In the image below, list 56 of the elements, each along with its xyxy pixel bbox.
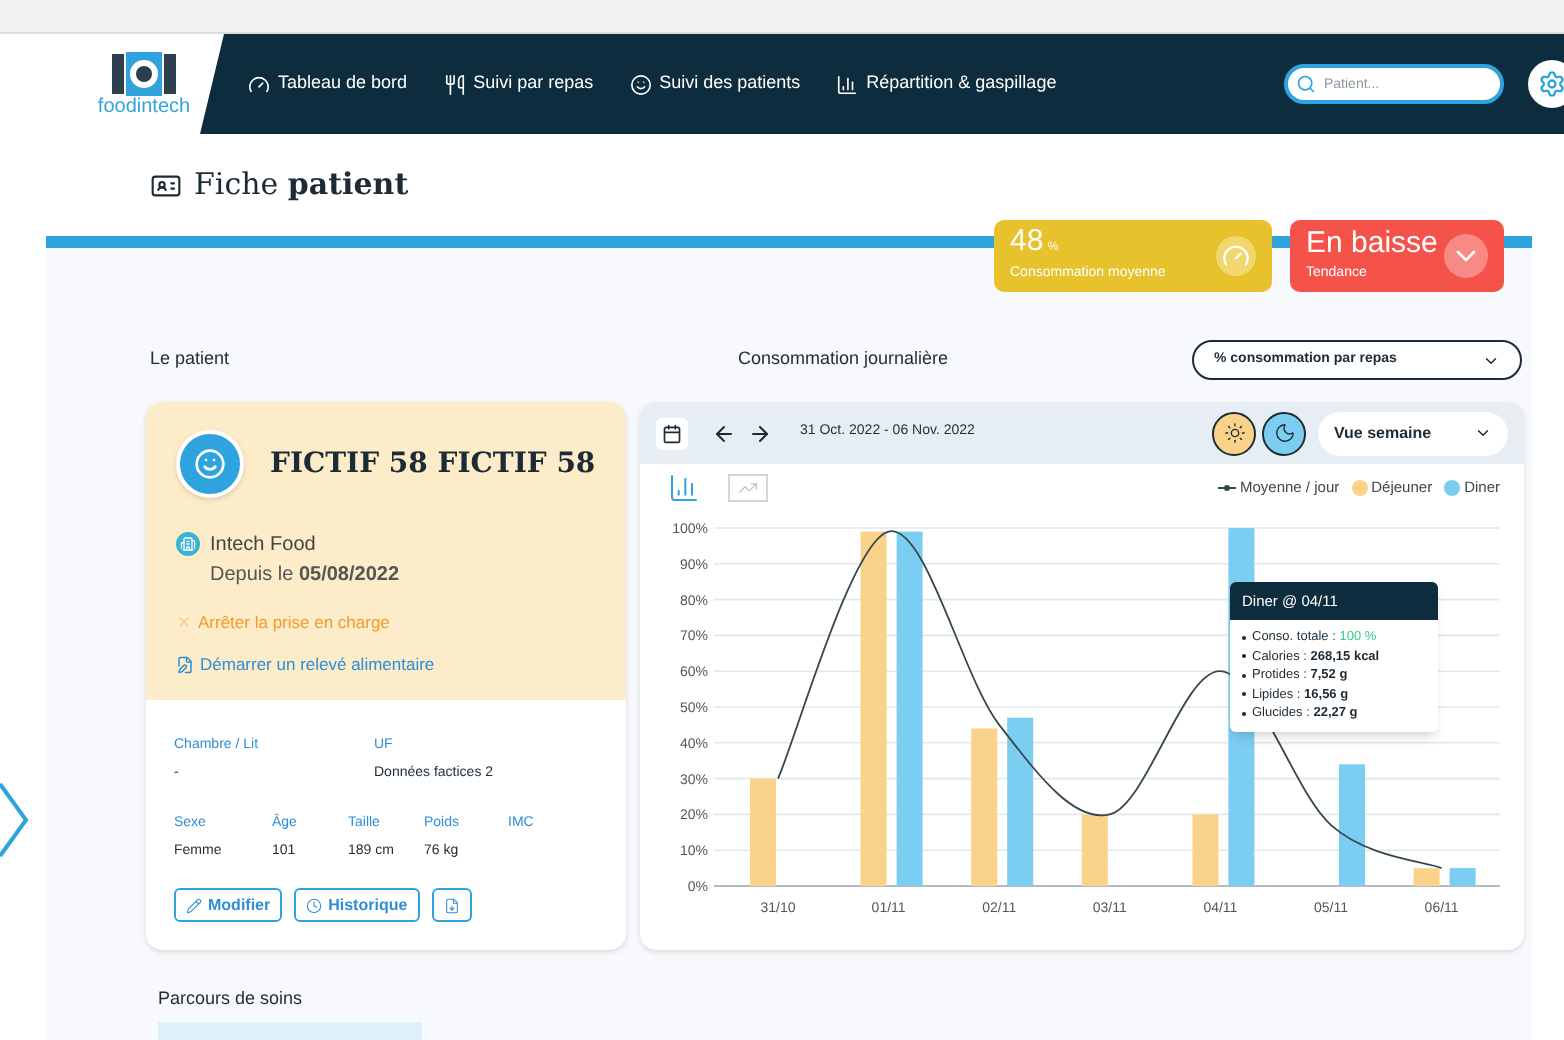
dinner-filter[interactable] <box>1262 411 1306 455</box>
close-icon <box>176 614 192 631</box>
kpi-value: En baisse <box>1306 227 1440 258</box>
document-icon <box>443 897 460 913</box>
arrow-left-icon <box>712 421 736 445</box>
legend-line-icon <box>1218 484 1236 492</box>
nav-icon <box>248 73 270 95</box>
section-title: Consommation journalière <box>738 346 949 373</box>
page-title: Fiche patient <box>194 164 409 207</box>
logo-icon <box>110 50 178 98</box>
bar <box>1449 868 1476 886</box>
chevron-down-icon <box>1444 234 1488 278</box>
since-date: Depuis le 05/08/2022 <box>210 562 400 590</box>
edit-button[interactable]: Modifier <box>174 888 283 922</box>
nav-link[interactable]: Suivi par repas <box>443 70 594 98</box>
nav-icon <box>443 73 466 95</box>
bar-chart-icon <box>668 472 700 504</box>
chevron-down-icon <box>1474 424 1492 442</box>
calendar-button[interactable] <box>656 417 688 449</box>
edit-file-icon <box>176 655 194 674</box>
history-button[interactable]: Historique <box>294 888 420 922</box>
patient-name: FICTIF 58 FICTIF 58 <box>270 445 596 483</box>
settings-button[interactable] <box>1528 60 1564 108</box>
logo-text: foodintech <box>97 98 191 118</box>
moon-icon <box>1273 422 1295 444</box>
nav-icon <box>629 73 652 95</box>
section-title: Le patient <box>148 346 232 373</box>
trend-line-icon <box>738 478 758 498</box>
face-icon <box>194 448 226 480</box>
kpi-value: 48 <box>1010 226 1044 257</box>
export-button[interactable] <box>431 888 472 922</box>
next-button[interactable] <box>748 421 772 445</box>
view-select[interactable]: Vue semaine <box>1318 411 1508 455</box>
search-icon <box>1296 74 1316 94</box>
nav-link[interactable]: Répartition & gaspillage <box>836 70 1057 98</box>
clock-icon <box>306 897 323 913</box>
settings-icon <box>1538 70 1564 98</box>
arrow-right-icon <box>748 421 772 445</box>
calendar-icon <box>662 423 682 443</box>
building-icon <box>176 532 200 556</box>
line-chart-toggle[interactable] <box>728 474 768 502</box>
bar <box>1081 814 1108 886</box>
nav-link[interactable]: Suivi des patients <box>629 70 801 98</box>
section-title: Parcours de soins <box>158 986 305 1012</box>
pencil-icon <box>186 897 202 913</box>
nav-link[interactable]: Tableau de bord <box>248 70 408 98</box>
lunch-filter[interactable] <box>1212 411 1256 455</box>
gauge-icon <box>1216 236 1256 276</box>
nav-icon <box>836 73 859 95</box>
bar <box>1339 764 1365 886</box>
sun-icon <box>1223 422 1245 444</box>
bar <box>750 778 776 886</box>
bar <box>1192 814 1219 886</box>
previous-button[interactable] <box>712 421 736 445</box>
bar <box>1413 868 1440 886</box>
organisation: Intech Food <box>210 532 318 560</box>
